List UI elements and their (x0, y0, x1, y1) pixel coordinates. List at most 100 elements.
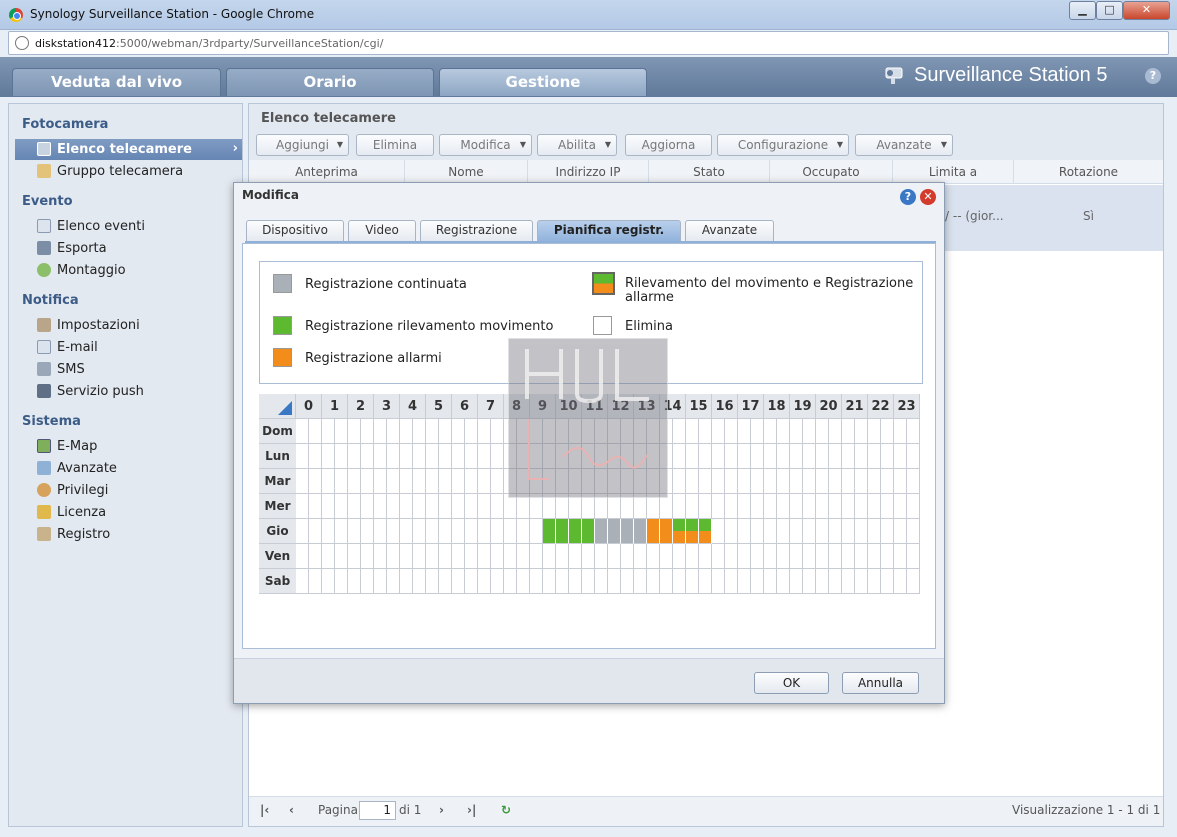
schedule-cell[interactable] (881, 444, 894, 469)
schedule-cell[interactable] (387, 519, 400, 544)
schedule-cell[interactable] (309, 519, 322, 544)
schedule-cell[interactable] (907, 544, 920, 569)
schedule-cell[interactable] (751, 519, 764, 544)
schedule-cell[interactable] (439, 569, 452, 594)
schedule-cell[interactable] (296, 444, 309, 469)
schedule-cell[interactable] (712, 569, 725, 594)
schedule-cell[interactable] (868, 444, 881, 469)
schedule-cell[interactable] (868, 544, 881, 569)
schedule-cell[interactable] (309, 494, 322, 519)
schedule-cell[interactable] (439, 444, 452, 469)
schedule-cell[interactable] (322, 419, 335, 444)
schedule-cell[interactable] (595, 544, 608, 569)
schedule-cell[interactable] (764, 494, 777, 519)
schedule-cell[interactable] (608, 544, 621, 569)
schedule-cell[interactable] (803, 544, 816, 569)
schedule-cell[interactable] (296, 494, 309, 519)
schedule-cell[interactable] (361, 519, 374, 544)
schedule-cell[interactable] (543, 569, 556, 594)
schedule-cell[interactable] (452, 569, 465, 594)
schedule-cell[interactable] (387, 494, 400, 519)
schedule-cell[interactable] (764, 544, 777, 569)
schedule-cell[interactable] (725, 494, 738, 519)
schedule-cell[interactable] (816, 569, 829, 594)
schedule-cell[interactable] (881, 494, 894, 519)
schedule-cell[interactable] (764, 469, 777, 494)
schedule-cell[interactable] (738, 519, 751, 544)
schedule-cell[interactable] (907, 519, 920, 544)
schedule-cell[interactable] (309, 569, 322, 594)
schedule-cell[interactable] (868, 469, 881, 494)
schedule-cell-motion_alarm[interactable] (673, 519, 686, 544)
schedule-cell[interactable] (881, 469, 894, 494)
schedule-cell[interactable] (387, 544, 400, 569)
grid-corner[interactable] (259, 394, 296, 419)
schedule-cell[interactable] (543, 544, 556, 569)
maximize-button[interactable]: □ (1096, 1, 1123, 20)
url-text[interactable]: diskstation412:5000/webman/3rdparty/Surv… (35, 37, 383, 50)
schedule-cell[interactable] (426, 419, 439, 444)
delete-swatch[interactable] (593, 316, 612, 335)
refresh-icon[interactable]: ↻ (501, 803, 511, 817)
schedule-cell-alarm[interactable] (660, 519, 673, 544)
schedule-cell[interactable] (426, 444, 439, 469)
schedule-cell[interactable] (894, 444, 907, 469)
column-name[interactable]: Nome (405, 165, 527, 179)
schedule-cell[interactable] (868, 419, 881, 444)
schedule-cell[interactable] (738, 544, 751, 569)
schedule-cell[interactable] (699, 469, 712, 494)
hour-header[interactable]: 3 (374, 394, 400, 419)
schedule-cell[interactable] (348, 419, 361, 444)
schedule-cell[interactable] (361, 569, 374, 594)
schedule-cell[interactable] (712, 469, 725, 494)
schedule-cell-motion[interactable] (582, 519, 595, 544)
schedule-cell[interactable] (764, 569, 777, 594)
edit-button[interactable]: Modifica ▼ (439, 134, 532, 156)
first-page-icon[interactable]: |‹ (260, 803, 269, 817)
hour-header[interactable]: 17 (738, 394, 764, 419)
schedule-cell[interactable] (296, 519, 309, 544)
schedule-cell[interactable] (491, 569, 504, 594)
day-header[interactable]: Lun (259, 444, 296, 469)
schedule-cell[interactable] (725, 519, 738, 544)
schedule-cell[interactable] (907, 444, 920, 469)
schedule-cell[interactable] (842, 494, 855, 519)
schedule-cell[interactable] (894, 569, 907, 594)
tab-recording-schedule[interactable]: Pianifica registr. (537, 220, 681, 241)
schedule-cell-motion[interactable] (569, 519, 582, 544)
schedule-cell[interactable] (816, 494, 829, 519)
hour-header[interactable]: 0 (296, 394, 322, 419)
schedule-cell[interactable] (569, 544, 582, 569)
sidebar-item-log[interactable]: Registro (15, 524, 242, 545)
schedule-cell[interactable] (855, 519, 868, 544)
schedule-cell[interactable] (829, 419, 842, 444)
schedule-cell[interactable] (374, 444, 387, 469)
hour-header[interactable]: 6 (452, 394, 478, 419)
schedule-cell[interactable] (829, 569, 842, 594)
schedule-cell[interactable] (725, 444, 738, 469)
schedule-cell[interactable] (517, 569, 530, 594)
schedule-cell[interactable] (322, 444, 335, 469)
schedule-cell[interactable] (790, 494, 803, 519)
schedule-cell[interactable] (686, 469, 699, 494)
schedule-cell[interactable] (816, 519, 829, 544)
schedule-cell-continuous[interactable] (634, 519, 647, 544)
schedule-cell[interactable] (816, 544, 829, 569)
continuous-swatch[interactable] (273, 274, 292, 293)
schedule-cell[interactable] (491, 544, 504, 569)
schedule-cell[interactable] (894, 494, 907, 519)
sidebar-item-advanced[interactable]: Avanzate (15, 458, 242, 479)
schedule-cell[interactable] (361, 419, 374, 444)
motion-swatch[interactable] (273, 316, 292, 335)
schedule-cell[interactable] (790, 444, 803, 469)
schedule-cell[interactable] (556, 569, 569, 594)
schedule-cell[interactable] (816, 469, 829, 494)
schedule-cell[interactable] (738, 494, 751, 519)
last-page-icon[interactable]: ›| (467, 803, 476, 817)
schedule-cell[interactable] (842, 569, 855, 594)
column-ip-address[interactable]: Indirizzo IP (528, 165, 648, 179)
schedule-cell[interactable] (660, 569, 673, 594)
day-header[interactable]: Mer (259, 494, 296, 519)
schedule-cell[interactable] (452, 519, 465, 544)
schedule-cell[interactable] (387, 444, 400, 469)
